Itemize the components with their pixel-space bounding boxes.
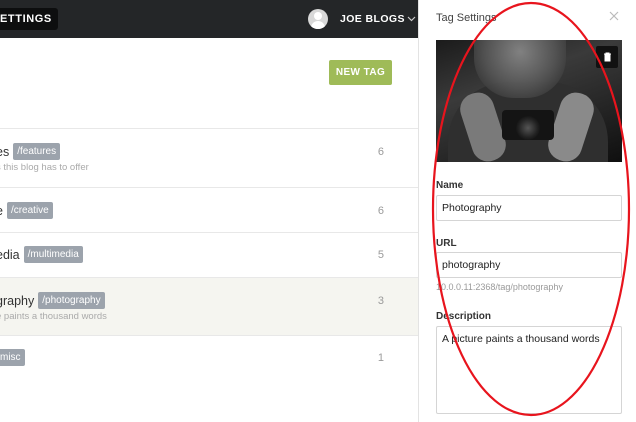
tag-slug-badge: /features xyxy=(13,143,61,160)
panel-title: Tag Settings xyxy=(436,12,497,24)
settings-nav-button[interactable]: ETTINGS xyxy=(0,8,58,30)
tag-name: graphy xyxy=(0,293,35,308)
tags-main-area: NEW TAG es /features s this blog has to … xyxy=(0,38,418,422)
avatar[interactable] xyxy=(308,9,328,29)
chevron-down-icon[interactable] xyxy=(407,14,416,25)
user-menu[interactable]: JOE BLOGS xyxy=(308,8,416,30)
tag-name: es xyxy=(0,144,10,159)
tag-url-field[interactable] xyxy=(436,252,622,278)
tag-settings-panel: Tag Settings Name URL 10.0.0.11:2368/tag… xyxy=(418,0,636,422)
tag-slug-badge: /photography xyxy=(38,292,105,309)
tag-row-multimedia[interactable]: edia /multimedia 5 xyxy=(0,232,418,277)
tag-post-count: 3 xyxy=(377,295,384,307)
user-name[interactable]: JOE BLOGS xyxy=(340,13,405,25)
top-navigation-bar: ETTINGS JOE BLOGS xyxy=(0,0,418,38)
tag-description: s this blog has to offer xyxy=(0,162,89,173)
tag-row-creative[interactable]: e /creative 6 xyxy=(0,187,418,232)
tag-post-count: 6 xyxy=(377,205,384,217)
tag-post-count: 5 xyxy=(377,249,384,261)
tag-slug-badge: misc xyxy=(0,349,25,366)
tag-post-count: 6 xyxy=(377,146,384,158)
trash-icon[interactable] xyxy=(596,46,618,68)
tag-row-features[interactable]: es /features s this blog has to offer 6 xyxy=(0,128,418,187)
tag-name: e xyxy=(0,204,3,218)
url-preview: 10.0.0.11:2368/tag/photography xyxy=(436,282,563,292)
tag-description-field[interactable]: A picture paints a thousand words xyxy=(436,326,622,414)
tag-row-photography[interactable]: graphy /photography e paints a thousand … xyxy=(0,277,418,335)
tag-list: es /features s this blog has to offer 6 … xyxy=(0,128,418,383)
tag-description: e paints a thousand words xyxy=(0,311,107,322)
description-label: Description xyxy=(436,311,492,322)
close-icon[interactable] xyxy=(609,8,619,24)
tag-slug-badge: /creative xyxy=(6,202,53,219)
tag-slug-badge: /multimedia xyxy=(23,246,83,263)
tag-cover-image[interactable] xyxy=(436,40,622,162)
url-label: URL xyxy=(436,238,457,249)
tag-name: edia xyxy=(0,247,20,262)
new-tag-button[interactable]: NEW TAG xyxy=(329,60,392,85)
tag-row-misc[interactable]: misc 1 xyxy=(0,335,418,383)
tag-name-field[interactable] xyxy=(436,195,622,221)
tag-post-count: 1 xyxy=(377,352,384,364)
name-label: Name xyxy=(436,180,464,191)
